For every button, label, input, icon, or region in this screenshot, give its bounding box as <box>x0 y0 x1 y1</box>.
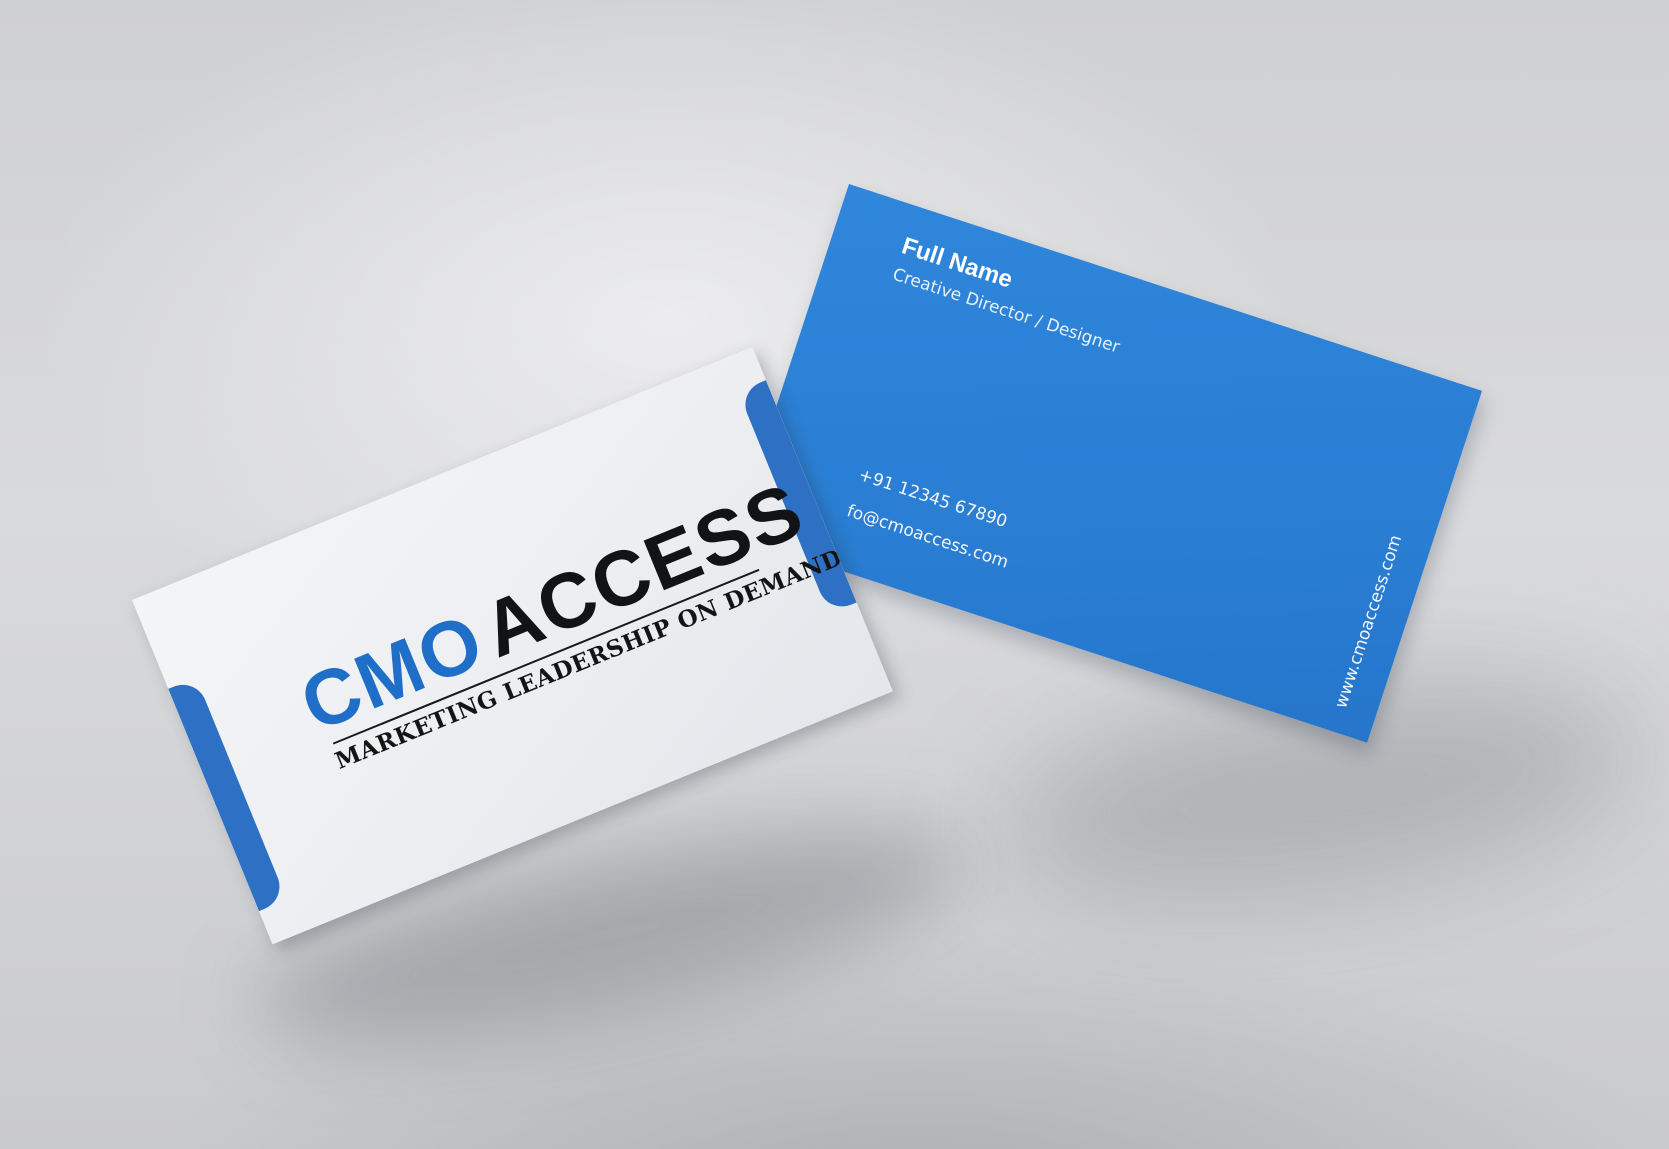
mockup-scene: Full Name Creative Director / Designer +… <box>0 0 1669 1149</box>
cmo-access-logo: CMO ACCESS MARKETING LEADERSHIP ON DEMAN… <box>277 457 846 787</box>
card-left-tab <box>168 677 287 912</box>
